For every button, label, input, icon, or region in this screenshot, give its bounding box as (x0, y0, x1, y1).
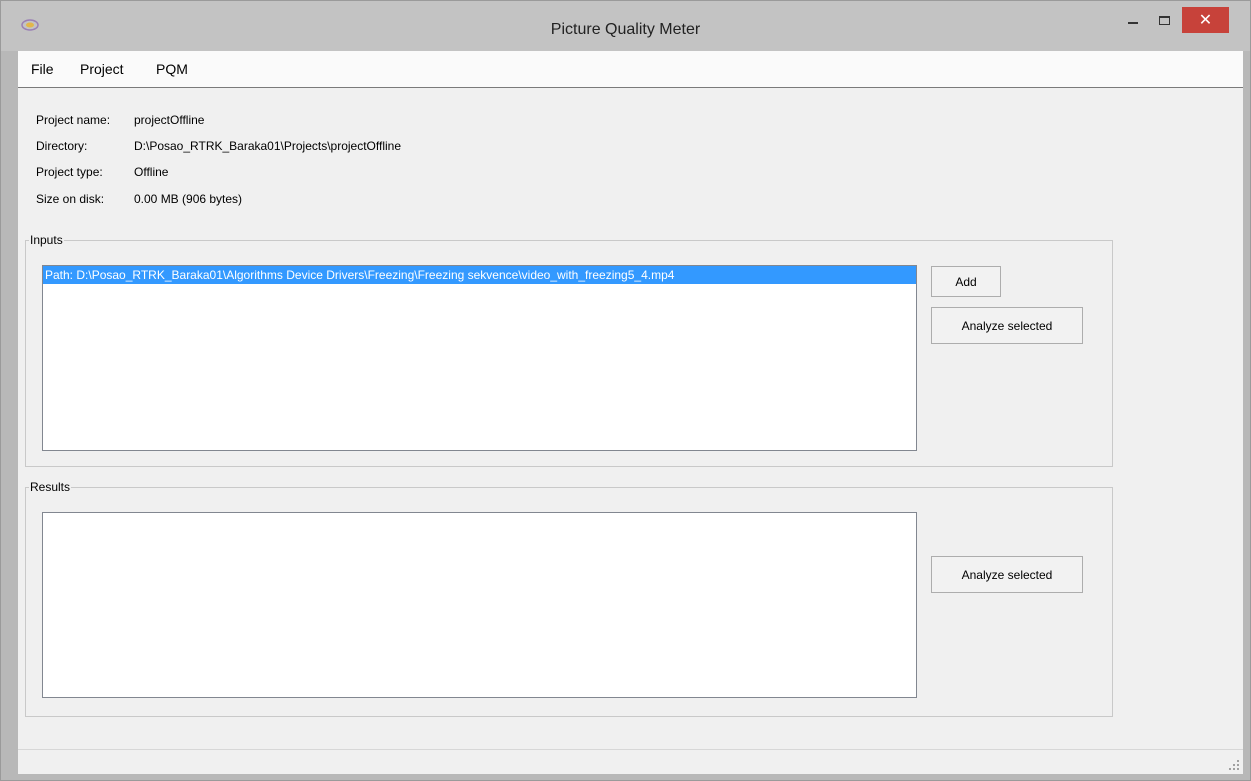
window-title: Picture Quality Meter (550, 21, 701, 38)
menu-pqm[interactable]: PQM (156, 61, 188, 77)
title-bar[interactable]: Picture Quality Meter ✕ (1, 1, 1250, 51)
menu-project[interactable]: Project (80, 61, 124, 77)
size-on-disk-label: Size on disk: (36, 192, 105, 206)
minimize-button[interactable] (1120, 7, 1146, 33)
inputs-legend: Inputs (30, 233, 63, 247)
status-bar (18, 749, 1243, 774)
menu-bar: File Project PQM (18, 51, 1243, 88)
project-name-label: Project name: (36, 113, 111, 127)
results-listbox[interactable] (42, 512, 917, 698)
close-icon: ✕ (1198, 12, 1213, 29)
maximize-button[interactable] (1148, 7, 1180, 33)
app-window: Picture Quality Meter ✕ File Project PQM… (0, 0, 1251, 781)
minimize-icon (1128, 22, 1138, 24)
close-button[interactable]: ✕ (1182, 7, 1229, 33)
client-area: File Project PQM Project name: projectOf… (18, 51, 1243, 774)
maximize-icon (1158, 15, 1170, 25)
directory-label: Directory: (36, 139, 88, 153)
analyze-selected-results-button[interactable]: Analyze selected (931, 556, 1083, 593)
analyze-selected-inputs-button[interactable]: Analyze selected (931, 307, 1083, 344)
project-type-value: Offline (134, 165, 169, 179)
add-button[interactable]: Add (931, 266, 1001, 297)
list-item[interactable]: Path: D:\Posao_RTRK_Baraka01\Algorithms … (43, 266, 916, 284)
size-on-disk-value: 0.00 MB (906 bytes) (134, 192, 243, 206)
directory-value: D:\Posao_RTRK_Baraka01\Projects\projectO… (134, 139, 402, 153)
project-type-label: Project type: (36, 165, 103, 179)
results-legend: Results (30, 480, 71, 494)
resize-grip-icon[interactable] (1228, 759, 1240, 771)
menu-file[interactable]: File (31, 61, 54, 77)
inputs-listbox[interactable]: Path: D:\Posao_RTRK_Baraka01\Algorithms … (42, 265, 917, 451)
project-name-value: projectOffline (134, 113, 205, 127)
